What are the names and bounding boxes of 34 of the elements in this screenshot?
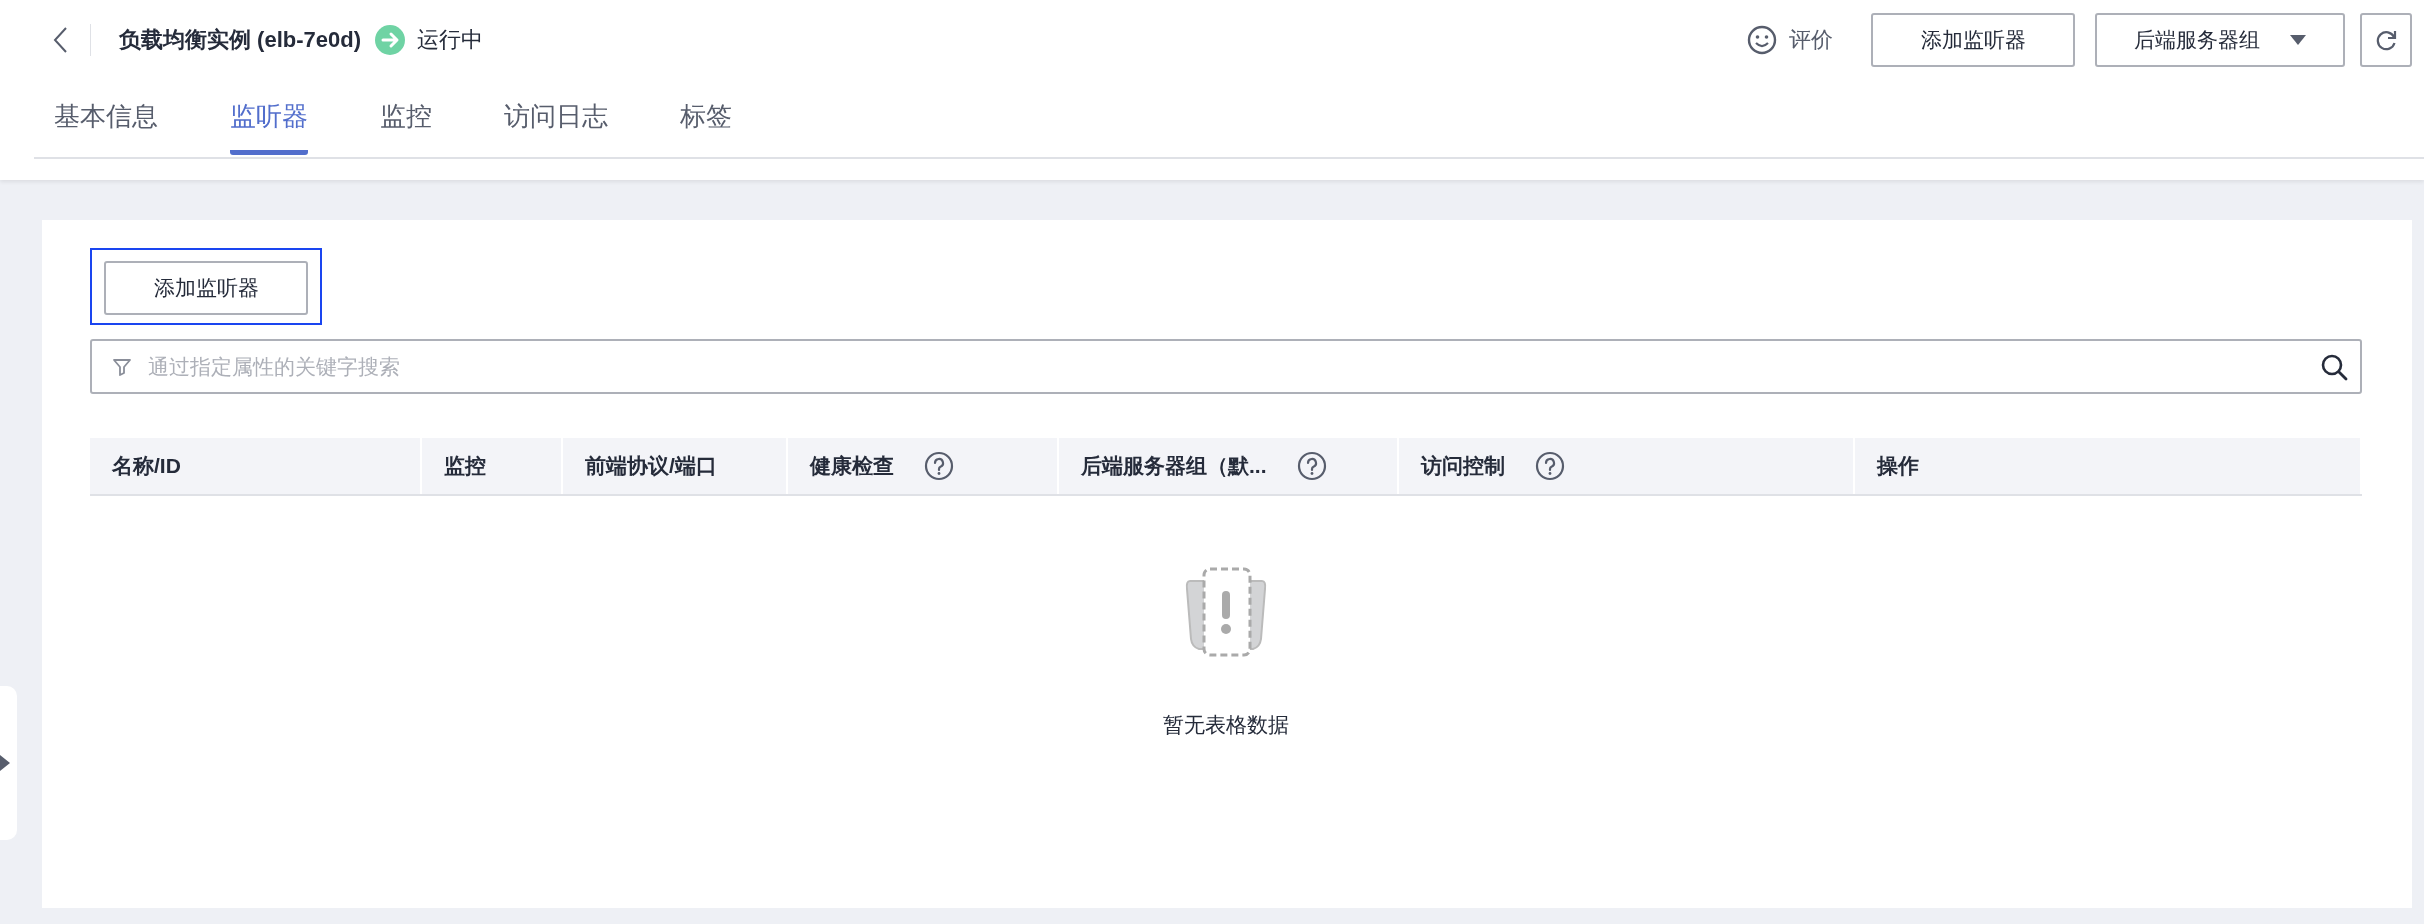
- tab[interactable]: 监控: [380, 80, 432, 155]
- status-text: 运行中: [417, 26, 484, 54]
- column-header: 访问控制: [1421, 453, 1505, 479]
- backend-group-dropdown[interactable]: 后端服务器组: [2095, 13, 2345, 67]
- refresh-button[interactable]: [2360, 13, 2412, 67]
- filter-icon: [112, 356, 132, 377]
- column-header: 名称/ID: [112, 453, 181, 479]
- help-icon[interactable]: [1535, 451, 1565, 481]
- tab[interactable]: 监听器: [230, 80, 308, 155]
- smiley-icon[interactable]: [1747, 25, 1777, 55]
- add-listener-button[interactable]: 添加监听器: [1871, 13, 2075, 67]
- running-status-icon: [375, 25, 406, 55]
- instance-title: 负载均衡实例 (elb-7e0d): [119, 26, 362, 54]
- column-header: 前端协议/端口: [585, 453, 717, 479]
- column-header: 操作: [1877, 453, 1919, 479]
- column-header: 监控: [444, 453, 486, 479]
- sidebar-toggle[interactable]: [0, 686, 17, 840]
- search-field[interactable]: 通过指定属性的关键字搜索: [90, 339, 2362, 394]
- caret-right-icon: [0, 755, 10, 771]
- search-input[interactable]: 通过指定属性的关键字搜索: [146, 353, 2320, 380]
- column-header: 健康检查: [810, 453, 894, 479]
- caret-icon: [2290, 35, 2306, 45]
- help-icon[interactable]: [1296, 451, 1327, 481]
- refresh-icon: [2375, 29, 2397, 51]
- tab[interactable]: 访问日志: [504, 80, 608, 155]
- back-icon[interactable]: [52, 26, 68, 54]
- tab[interactable]: 标签: [680, 80, 732, 155]
- empty-table-text: 暂无表格数据: [1163, 712, 1289, 738]
- help-icon[interactable]: [924, 451, 954, 481]
- feedback-link[interactable]: 评价: [1789, 25, 1833, 55]
- search-icon[interactable]: [2320, 352, 2348, 381]
- tab[interactable]: 基本信息: [54, 80, 158, 155]
- add-listener-button[interactable]: 添加监听器: [104, 261, 308, 315]
- column-header: 后端服务器组（默...: [1081, 453, 1267, 479]
